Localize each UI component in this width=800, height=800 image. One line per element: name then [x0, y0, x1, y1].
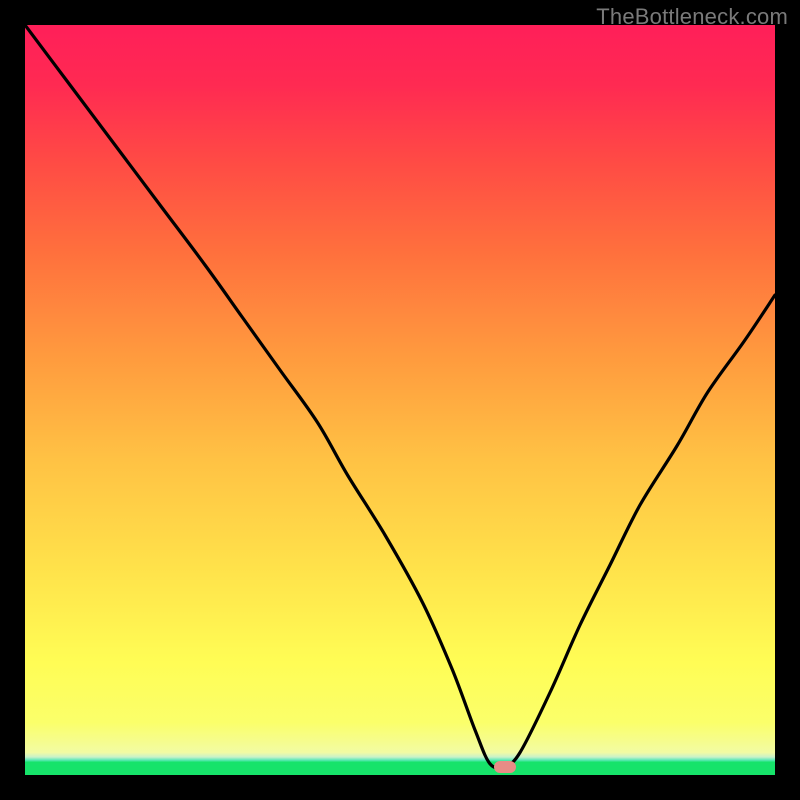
plot-area: [25, 25, 775, 775]
bottleneck-curve: [25, 25, 775, 775]
chart-frame: TheBottleneck.com: [0, 0, 800, 800]
optimum-marker: [494, 761, 516, 773]
watermark-text: TheBottleneck.com: [596, 4, 788, 30]
